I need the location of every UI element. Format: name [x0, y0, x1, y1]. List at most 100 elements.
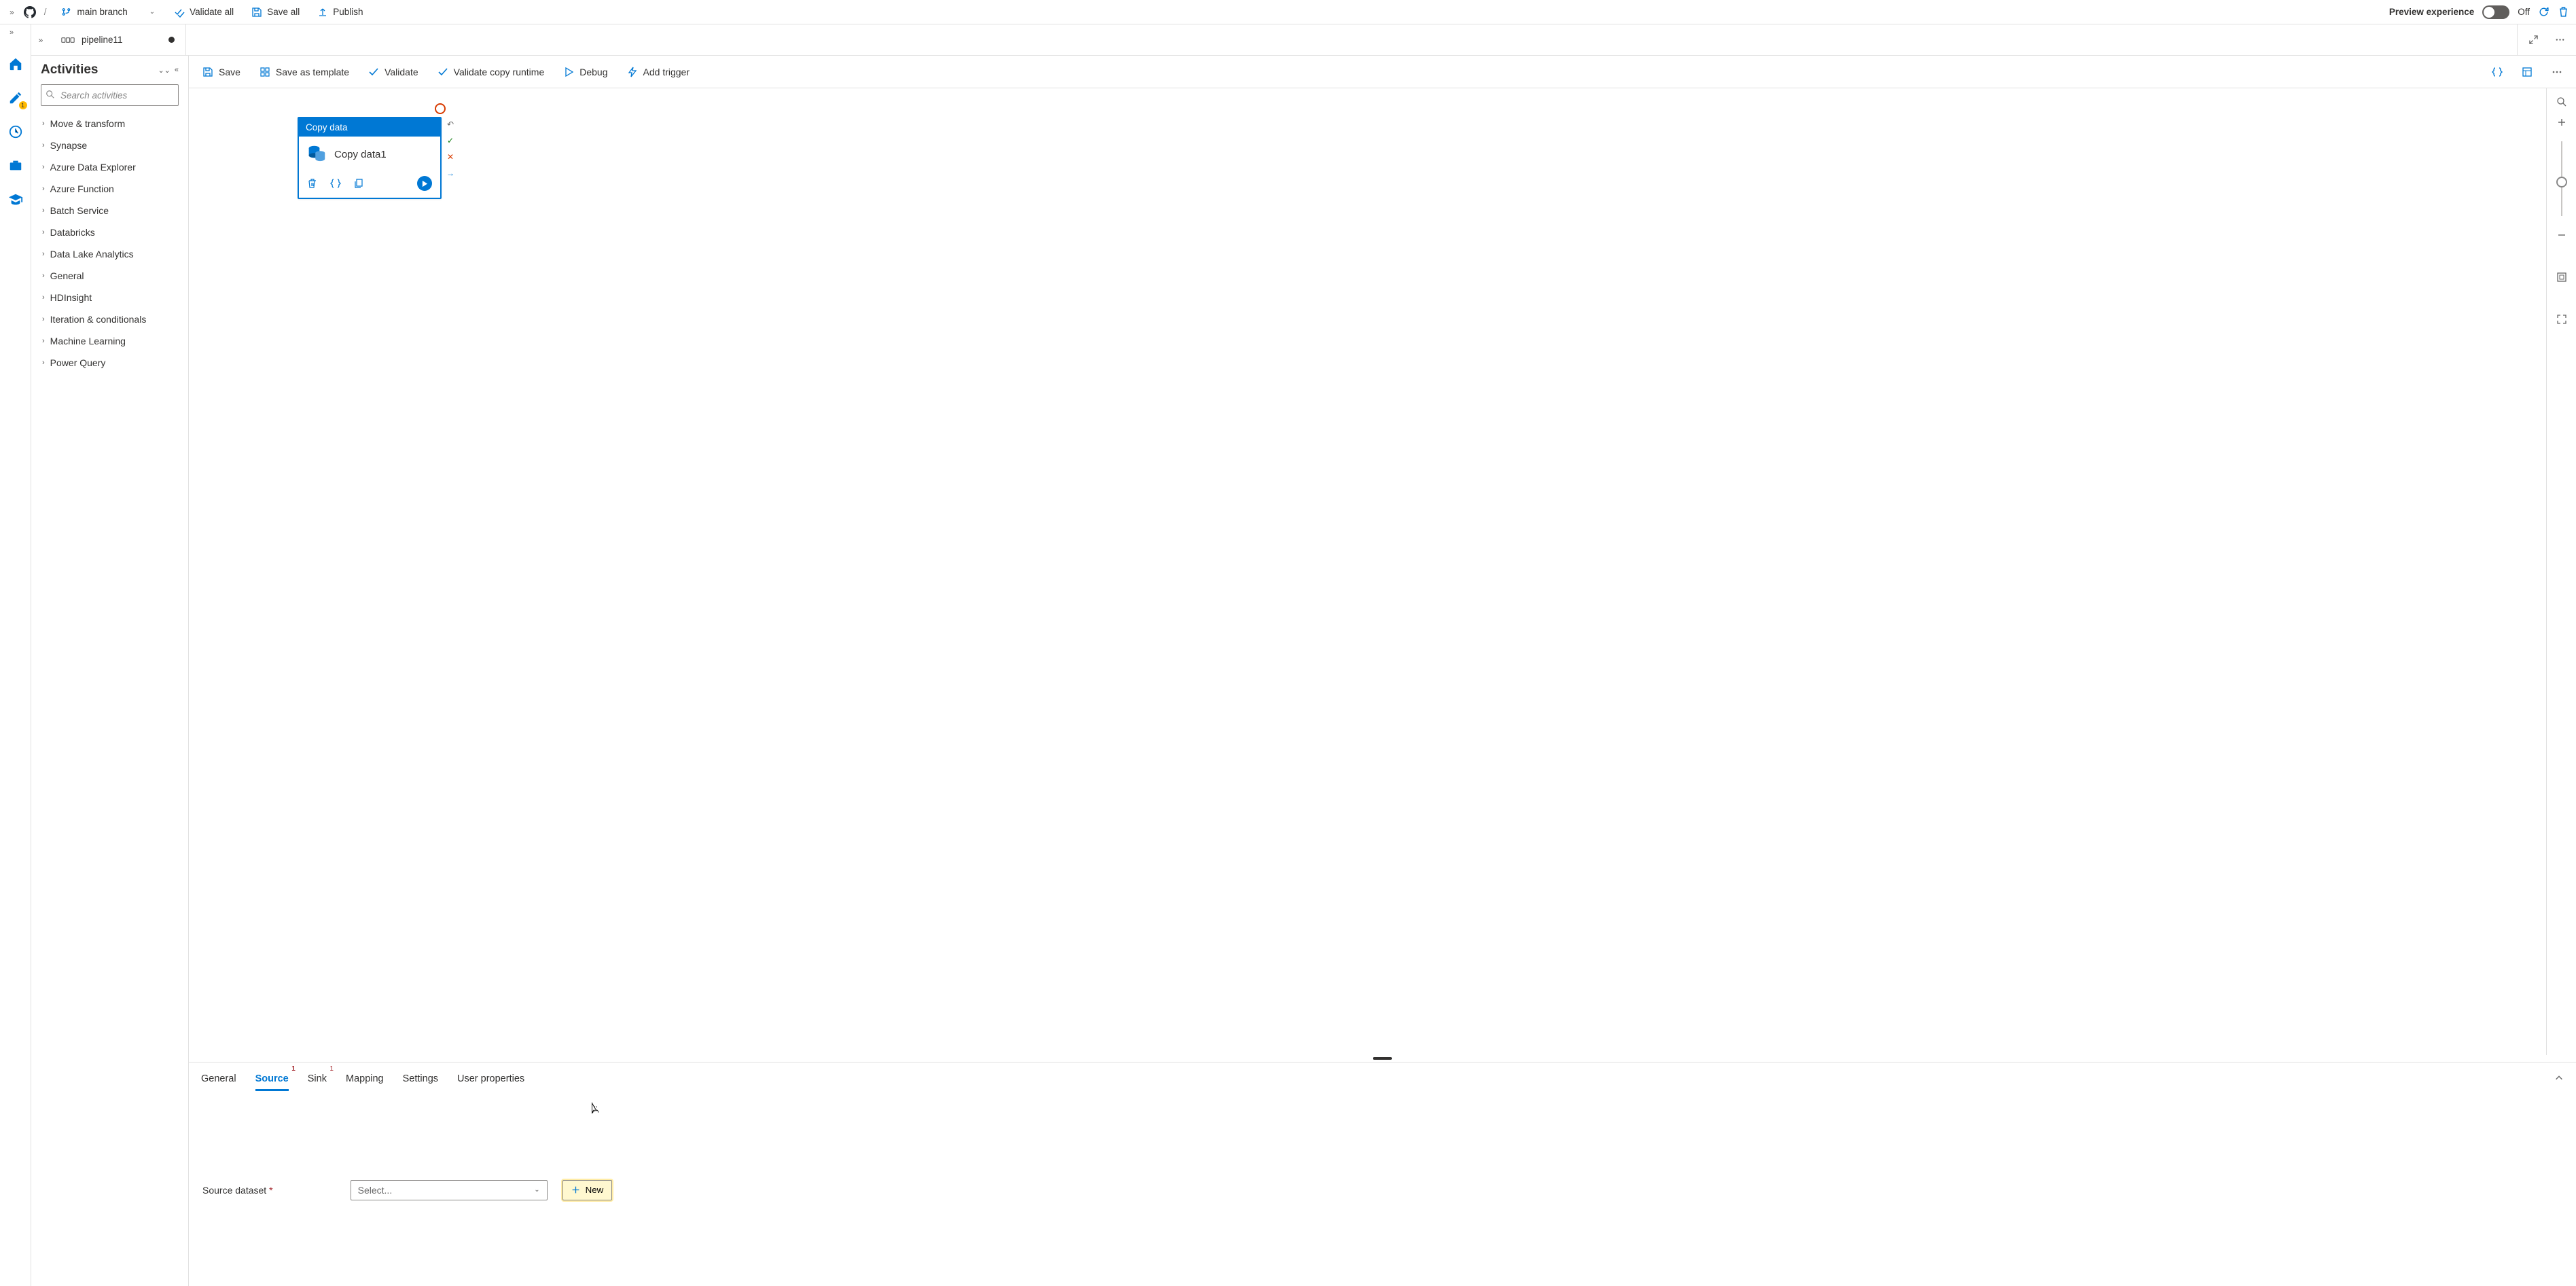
add-trigger-button[interactable]: Add trigger — [623, 62, 694, 82]
expand-editor-icon[interactable] — [2528, 35, 2539, 45]
activity-category[interactable]: ›Data Lake Analytics — [41, 243, 179, 265]
learn-nav[interactable] — [6, 190, 25, 209]
collapse-properties-icon[interactable] — [2554, 1073, 2564, 1083]
chevron-right-icon: › — [42, 315, 45, 323]
branch-label: main branch — [77, 7, 127, 17]
activity-category[interactable]: ›HDInsight — [41, 287, 179, 308]
tab-source[interactable]: Source 1 — [255, 1067, 289, 1090]
save-all-button[interactable]: Save all — [246, 3, 305, 21]
chevron-right-icon: › — [42, 272, 45, 280]
clone-activity-icon[interactable] — [353, 178, 364, 189]
activity-category[interactable]: › Databricks — [41, 221, 179, 243]
search-activities-input[interactable] — [41, 84, 179, 106]
tab-tools — [2517, 24, 2576, 55]
activity-category-label: Databricks — [50, 227, 95, 238]
tab-settings[interactable]: Settings — [403, 1067, 438, 1090]
database-icon — [307, 145, 326, 164]
zoom-in-icon[interactable] — [2556, 117, 2567, 128]
save-as-template-button[interactable]: Save as template — [255, 62, 353, 82]
activity-category-label: HDInsight — [50, 292, 92, 303]
chevron-right-icon: › — [42, 337, 45, 345]
activity-category-label: Machine Learning — [50, 336, 126, 346]
validate-icon — [368, 67, 379, 77]
chevron-right-icon: › — [42, 163, 45, 171]
save-all-icon — [251, 7, 262, 18]
fullscreen-icon[interactable] — [2556, 314, 2567, 325]
activity-node-copy-data[interactable]: Copy data Copy data1 — [298, 117, 442, 199]
preview-experience-toggle[interactable] — [2482, 5, 2509, 19]
publish-button[interactable]: Publish — [312, 3, 368, 21]
tabstrip-expand-icon[interactable]: » — [31, 24, 50, 55]
properties-icon[interactable] — [2518, 62, 2537, 82]
validate-button[interactable]: Validate — [364, 62, 423, 82]
search-icon — [46, 90, 55, 99]
view-json-icon[interactable] — [2488, 62, 2507, 82]
save-button[interactable]: Save — [198, 62, 245, 82]
panel-resize-handle[interactable] — [189, 1055, 2576, 1062]
pipeline-icon — [61, 35, 75, 46]
run-activity-icon[interactable] — [417, 176, 432, 191]
activity-category[interactable]: ›Azure Data Explorer — [41, 156, 179, 178]
activity-category[interactable]: › Iteration & conditionals — [41, 308, 179, 330]
validate-copy-runtime-button[interactable]: Validate copy runtime — [433, 62, 549, 82]
activity-json-icon[interactable] — [330, 178, 341, 189]
add-trigger-icon — [627, 67, 638, 77]
new-dataset-button[interactable]: New — [562, 1180, 613, 1200]
tab-sink[interactable]: Sink 1 — [308, 1067, 327, 1090]
refresh-icon[interactable] — [2538, 6, 2550, 18]
zoom-out-icon[interactable] — [2556, 230, 2567, 240]
expand-rail-icon[interactable]: » — [10, 29, 14, 37]
delete-icon[interactable] — [2558, 6, 2569, 18]
save-icon — [202, 67, 213, 77]
debug-button[interactable]: Debug — [559, 62, 611, 82]
activity-category[interactable]: ›Move & transform — [41, 113, 179, 135]
chevron-right-icon: › — [42, 228, 45, 236]
delete-activity-icon[interactable] — [307, 178, 318, 189]
activity-category-label: Data Lake Analytics — [50, 249, 134, 260]
more-icon[interactable] — [2547, 62, 2566, 82]
monitor-nav[interactable] — [6, 122, 25, 141]
node-fail-connector-icon[interactable]: ✕ — [444, 151, 457, 163]
chevron-down-icon: ⌄ — [149, 8, 155, 16]
save-as-template-icon — [260, 67, 270, 77]
activity-category-label: Azure Function — [50, 183, 114, 194]
validate-copy-runtime-icon — [437, 67, 448, 77]
node-success-connector-icon[interactable]: ✓ — [444, 135, 457, 147]
tab-pipeline11[interactable]: pipeline11 — [50, 24, 186, 55]
source-dataset-select[interactable]: Select... ⌄ — [351, 1180, 548, 1200]
activity-category[interactable]: ›Batch Service — [41, 200, 179, 221]
publish-icon — [317, 7, 328, 18]
validate-all-button[interactable]: Validate all — [168, 3, 239, 21]
pipeline-canvas[interactable]: Copy data Copy data1 — [189, 88, 2576, 1055]
activity-category[interactable]: ›General — [41, 265, 179, 287]
home-nav[interactable] — [6, 54, 25, 73]
activity-category-label: Synapse — [50, 140, 87, 151]
source-error-badge: 1 — [291, 1065, 296, 1073]
activity-category[interactable]: ›Power Query — [41, 352, 179, 374]
zoom-fit-icon[interactable] — [2556, 272, 2567, 283]
source-dataset-label: Source dataset* — [202, 1185, 273, 1196]
expand-all-icon[interactable]: ⌄⌄ — [158, 66, 170, 75]
activity-category-label: Iteration & conditionals — [50, 314, 147, 325]
tab-user-properties[interactable]: User properties — [457, 1067, 524, 1090]
node-completion-connector-icon[interactable]: → — [444, 167, 457, 179]
tab-general[interactable]: General — [201, 1067, 236, 1090]
activity-category[interactable]: › Machine Learning — [41, 330, 179, 352]
tab-mapping[interactable]: Mapping — [346, 1067, 384, 1090]
more-tab-icon[interactable] — [2555, 35, 2565, 45]
author-nav[interactable]: 1 — [6, 88, 25, 107]
github-icon — [24, 6, 36, 18]
manage-nav[interactable] — [6, 156, 25, 175]
canvas-search-icon[interactable] — [2556, 96, 2567, 107]
activity-node-name: Copy data1 — [334, 149, 387, 160]
chevron-right-icon: › — [42, 120, 45, 128]
branch-selector[interactable]: main branch ⌄ — [54, 4, 162, 20]
collapse-panel-icon[interactable]: « — [175, 66, 179, 74]
activity-category-label: Batch Service — [50, 205, 109, 216]
editor-tabstrip: » pipeline11 — [31, 24, 2576, 56]
node-undo-icon[interactable]: ↶ — [444, 118, 457, 130]
activity-category[interactable]: ›Synapse — [41, 135, 179, 156]
activity-category[interactable]: ›Azure Function — [41, 178, 179, 200]
zoom-slider[interactable] — [2561, 141, 2562, 216]
expand-factory-resources-icon[interactable]: » — [7, 7, 17, 17]
